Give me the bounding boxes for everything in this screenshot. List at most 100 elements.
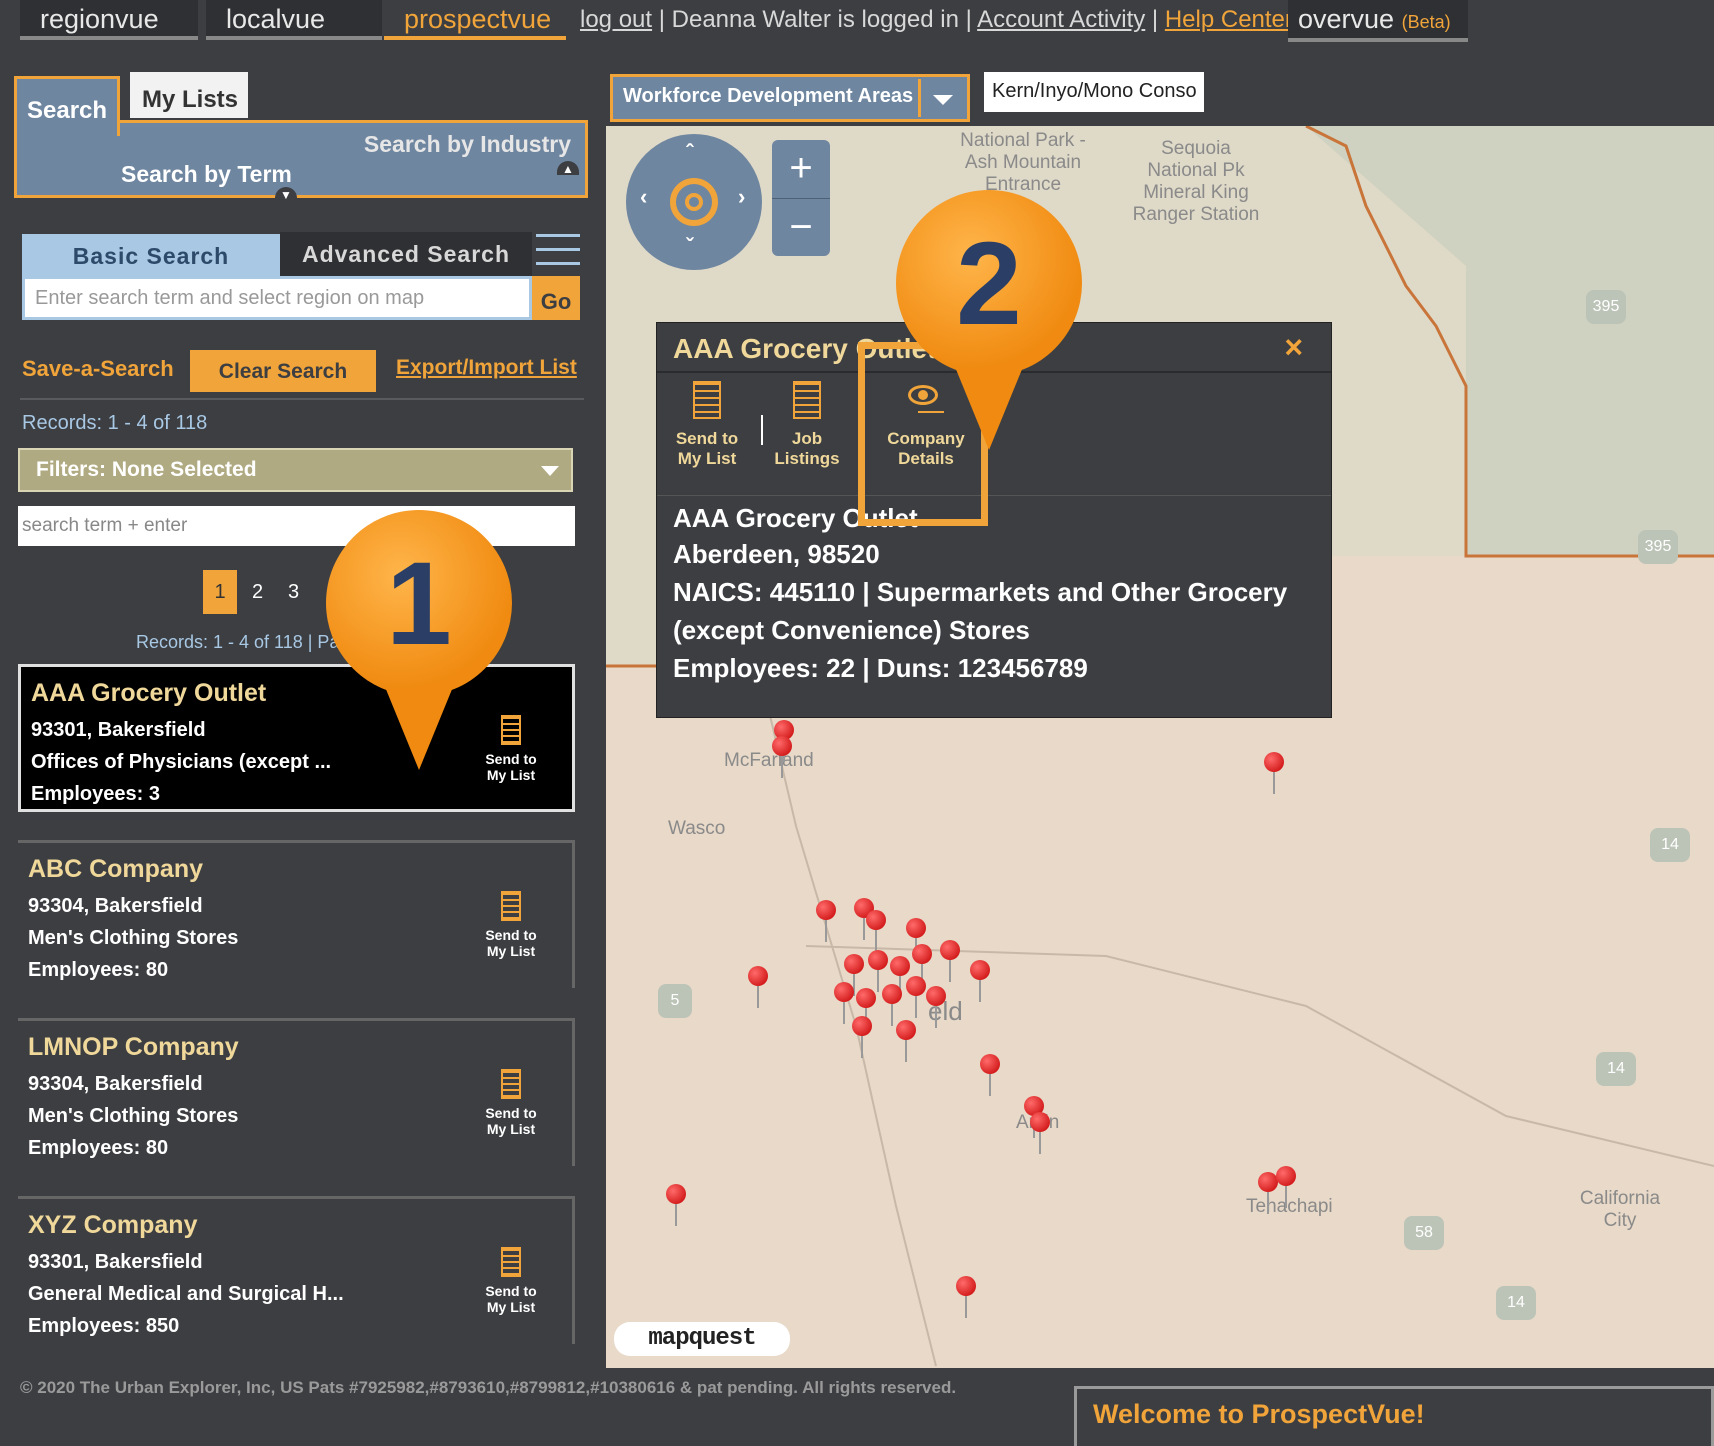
map-pin-icon[interactable] bbox=[834, 982, 854, 1024]
company-name[interactable]: ABC Company bbox=[28, 855, 203, 884]
help-center-link[interactable]: Help Center bbox=[1165, 6, 1293, 33]
tab-overvue[interactable]: overvue (Beta) bbox=[1288, 0, 1468, 42]
popup-employees: Employees: 22 | Duns: 123456789 bbox=[673, 653, 1088, 683]
send-to-my-list-button[interactable]: Send to My List bbox=[476, 891, 546, 959]
clear-search-button[interactable]: Clear Search bbox=[190, 350, 376, 392]
callout-marker-2: 2 bbox=[896, 190, 1082, 450]
pan-up-icon[interactable]: ˆ bbox=[686, 140, 693, 166]
chevron-up-icon[interactable]: ▲ bbox=[557, 161, 579, 176]
job-listings-button[interactable]: Job Listings bbox=[771, 381, 843, 469]
map-pin-icon[interactable] bbox=[866, 910, 886, 952]
zoom-in-button[interactable]: + bbox=[772, 140, 830, 198]
page-3[interactable]: 3 bbox=[288, 570, 299, 614]
map-pin-icon[interactable] bbox=[896, 1020, 916, 1062]
zoom-out-button[interactable]: − bbox=[772, 198, 830, 257]
callout-marker-1: 1 bbox=[326, 510, 512, 770]
send-label-1: Send to bbox=[485, 927, 537, 943]
welcome-panel[interactable]: Welcome to ProspectVue! bbox=[1074, 1386, 1714, 1446]
map-pin-icon[interactable] bbox=[666, 1184, 686, 1226]
list-icon bbox=[693, 381, 721, 419]
result-card[interactable]: XYZ Company 93301, Bakersfield General M… bbox=[18, 1196, 575, 1344]
job-label-2: Listings bbox=[774, 449, 840, 468]
logged-in-text: Deanna Walter is logged in bbox=[671, 6, 959, 33]
search-input[interactable]: Enter search term and select region on m… bbox=[22, 276, 532, 320]
pan-right-icon[interactable]: › bbox=[738, 184, 745, 210]
popup-naics-1: NAICS: 445110 | Supermarkets and Other G… bbox=[673, 577, 1288, 607]
list-icon bbox=[501, 1069, 521, 1099]
tab-my-lists[interactable]: My Lists bbox=[130, 72, 248, 118]
result-card[interactable]: ABC Company 93304, Bakersfield Men's Clo… bbox=[18, 840, 575, 988]
map-pin-icon[interactable] bbox=[926, 986, 946, 1028]
filters-dropdown[interactable]: Filters: None Selected bbox=[18, 448, 573, 492]
center-icon[interactable] bbox=[670, 178, 718, 226]
map-pin-icon[interactable] bbox=[772, 736, 792, 778]
map-pin-icon[interactable] bbox=[980, 1054, 1000, 1096]
save-a-search-link[interactable]: Save-a-Search bbox=[22, 356, 174, 382]
logout-link[interactable]: log out bbox=[580, 6, 652, 33]
map-pin-icon[interactable] bbox=[890, 956, 910, 998]
send-to-my-list-button[interactable]: Send to My List bbox=[476, 1247, 546, 1315]
tab-search[interactable]: Search bbox=[14, 76, 120, 136]
map-pin-icon[interactable] bbox=[856, 988, 876, 1030]
beta-badge: (Beta) bbox=[1401, 12, 1451, 32]
company-industry: General Medical and Surgical H... bbox=[28, 1283, 344, 1305]
close-icon[interactable]: × bbox=[1284, 329, 1303, 366]
company-name[interactable]: AAA Grocery Outlet bbox=[31, 679, 266, 708]
chevron-down-icon[interactable]: ▼ bbox=[275, 187, 297, 202]
search-by-term[interactable]: Search by Term bbox=[121, 161, 292, 188]
map-pin-icon[interactable] bbox=[956, 1276, 976, 1318]
map-pin-icon[interactable] bbox=[868, 950, 888, 992]
map-pin-icon[interactable] bbox=[1264, 752, 1284, 794]
map-pin-icon[interactable] bbox=[852, 1016, 872, 1058]
export-import-link[interactable]: Export/Import List bbox=[396, 356, 577, 380]
divider bbox=[761, 415, 763, 445]
tab-advanced-search[interactable]: Advanced Search bbox=[280, 232, 532, 276]
tab-regionvue[interactable]: regionvue bbox=[20, 0, 198, 40]
copyright-footer: © 2020 The Urban Explorer, Inc, US Pats … bbox=[20, 1378, 957, 1397]
map-pin-icon[interactable] bbox=[748, 966, 768, 1008]
filters-label: Filters: None Selected bbox=[36, 458, 257, 481]
page-2[interactable]: 2 bbox=[252, 570, 263, 614]
map-pin-icon[interactable] bbox=[1258, 1172, 1278, 1214]
send-label-1: Send to bbox=[485, 1283, 537, 1299]
list-icon bbox=[501, 1247, 521, 1277]
job-label-1: Job bbox=[791, 429, 823, 448]
map-pin-icon[interactable] bbox=[906, 918, 926, 960]
search-by-industry[interactable]: Search by Industry bbox=[364, 131, 571, 158]
pan-down-icon[interactable]: ˇ bbox=[686, 234, 693, 260]
chevron-down-icon[interactable] bbox=[918, 79, 965, 117]
map-pan-control[interactable]: ˆ ˇ ‹ › bbox=[626, 134, 762, 270]
list-icon bbox=[793, 381, 821, 419]
overvue-label: overvue bbox=[1298, 4, 1395, 34]
map-pin-icon[interactable] bbox=[906, 976, 926, 1018]
map-canvas[interactable]: National Park - Ash Mountain Entrance Se… bbox=[606, 126, 1714, 1368]
page-1[interactable]: 1 bbox=[203, 570, 237, 614]
company-industry: Men's Clothing Stores bbox=[28, 1105, 239, 1127]
company-industry: Men's Clothing Stores bbox=[28, 927, 239, 949]
region-value-field[interactable]: Kern/Inyo/Mono Conso bbox=[984, 72, 1204, 112]
account-activity-link[interactable]: Account Activity bbox=[977, 6, 1145, 33]
workforce-areas-dropdown[interactable]: Workforce Development Areas bbox=[610, 74, 970, 122]
result-card[interactable]: LMNOP Company 93304, Bakersfield Men's C… bbox=[18, 1018, 575, 1166]
send-to-my-list-button[interactable]: Send to My List bbox=[476, 1069, 546, 1137]
company-name[interactable]: XYZ Company bbox=[28, 1211, 197, 1240]
map-label-wasco: Wasco bbox=[668, 818, 726, 839]
marker-number: 2 bbox=[956, 218, 1022, 350]
tab-basic-search[interactable]: Basic Search bbox=[22, 234, 280, 276]
map-pin-icon[interactable] bbox=[844, 954, 864, 996]
marker-number: 1 bbox=[386, 538, 452, 670]
map-pin-icon[interactable] bbox=[940, 940, 960, 982]
map-pin-icon[interactable] bbox=[882, 984, 902, 1026]
map-pin-icon[interactable] bbox=[1030, 1112, 1050, 1154]
tab-prospectvue[interactable]: prospectvue bbox=[384, 0, 566, 40]
popup-send-to-list-button[interactable]: Send to My List bbox=[671, 381, 743, 469]
company-name[interactable]: LMNOP Company bbox=[28, 1033, 239, 1062]
map-pin-icon[interactable] bbox=[912, 944, 932, 986]
map-pin-icon[interactable] bbox=[970, 960, 990, 1002]
go-button[interactable]: Go bbox=[532, 276, 580, 320]
map-pin-icon[interactable] bbox=[816, 900, 836, 942]
menu-icon[interactable] bbox=[536, 234, 580, 274]
pan-left-icon[interactable]: ‹ bbox=[640, 184, 647, 210]
tab-localvue[interactable]: localvue bbox=[206, 0, 382, 40]
map-pin-icon[interactable] bbox=[1276, 1166, 1296, 1208]
